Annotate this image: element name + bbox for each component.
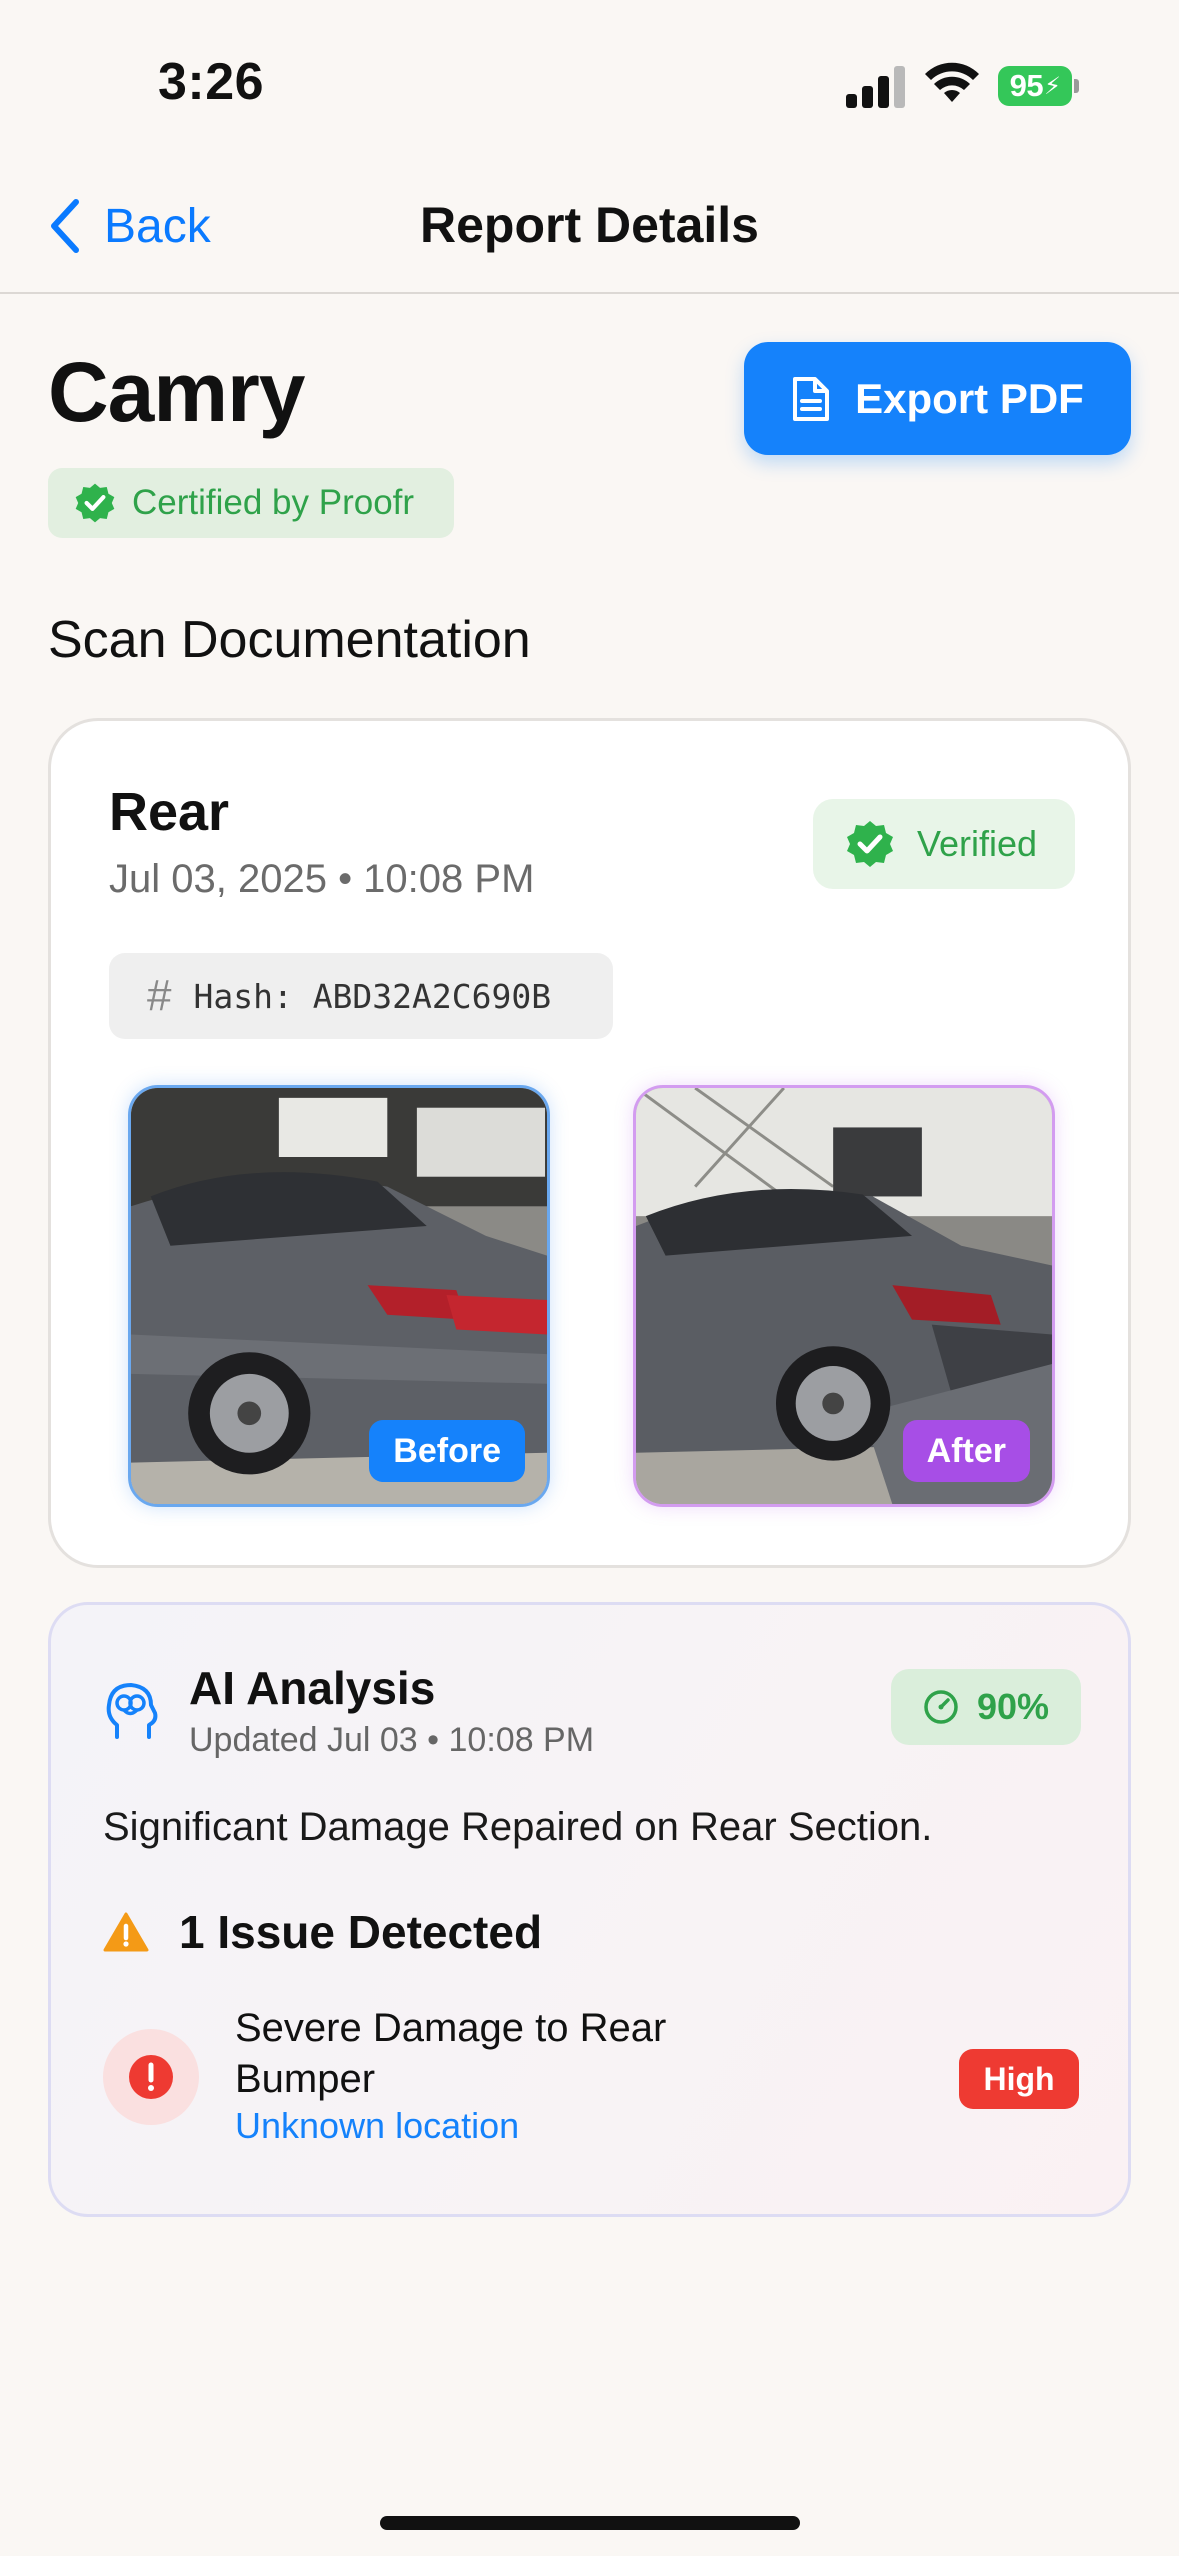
section-title: Scan Documentation <box>48 611 531 669</box>
alert-circle-icon <box>129 2055 173 2099</box>
ai-analysis-card[interactable]: AI Analysis Updated Jul 03 • 10:08 PM 90… <box>48 1602 1131 2217</box>
after-label: After <box>902 1420 1030 1482</box>
scan-date: Jul 03, 2025 • 10:08 PM <box>109 857 535 901</box>
scan-title: Rear <box>109 782 230 842</box>
issues-heading: 1 Issue Detected <box>103 1905 542 1959</box>
document-icon <box>793 376 830 421</box>
warning-icon <box>103 1912 149 1952</box>
status-bar: 3:26 95 ⚡ <box>0 0 1179 160</box>
cellular-signal-icon <box>846 66 906 108</box>
confidence-badge: 90% <box>891 1669 1081 1745</box>
verified-seal-icon <box>847 821 893 867</box>
battery-icon: 95 ⚡ <box>998 66 1079 106</box>
confidence-score: 90% <box>976 1686 1050 1727</box>
ai-title: AI Analysis <box>189 1662 436 1714</box>
issue-location-link[interactable]: Unknown location <box>235 2105 519 2147</box>
export-pdf-label: Export PDF <box>855 374 1084 422</box>
before-label: Before <box>369 1420 525 1482</box>
hash-value: Hash: ABD32A2C690B <box>193 976 552 1016</box>
after-photo[interactable]: After <box>633 1085 1055 1507</box>
issue-severity-icon <box>103 2029 199 2125</box>
issues-heading-label: 1 Issue Detected <box>179 1906 543 1958</box>
navigation-bar: Back Report Details <box>0 160 1179 294</box>
battery-level: 95 <box>1009 68 1044 103</box>
ai-updated: Updated Jul 03 • 10:08 PM <box>189 1721 595 1759</box>
vehicle-title: Camry <box>48 345 305 439</box>
nav-title: Report Details <box>420 197 759 253</box>
wifi-icon <box>925 62 979 102</box>
export-pdf-button[interactable]: Export PDF <box>744 342 1131 455</box>
verified-seal-icon <box>75 483 115 523</box>
gauge-icon <box>924 1690 958 1724</box>
home-indicator[interactable] <box>380 2516 800 2530</box>
verified-badge: Verified <box>813 799 1075 889</box>
verified-label: Verified <box>917 823 1038 864</box>
status-time: 3:26 <box>158 53 265 111</box>
ai-brain-head-icon <box>106 1683 158 1739</box>
ai-summary: Significant Damage Repaired on Rear Sect… <box>103 1805 933 1849</box>
certified-badge: Certified by Proofr <box>48 468 454 538</box>
before-photo[interactable]: Before <box>128 1085 550 1507</box>
hash-box[interactable]: # Hash: ABD32A2C690B <box>109 953 613 1039</box>
scan-card[interactable]: Rear Jul 03, 2025 • 10:08 PM Verified # … <box>48 718 1131 1568</box>
certified-label: Certified by Proofr <box>132 483 415 522</box>
issue-title: Severe Damage to Rear Bumper <box>235 2006 667 2101</box>
hash-icon: # <box>147 971 172 1020</box>
severity-badge: High <box>959 2049 1079 2109</box>
